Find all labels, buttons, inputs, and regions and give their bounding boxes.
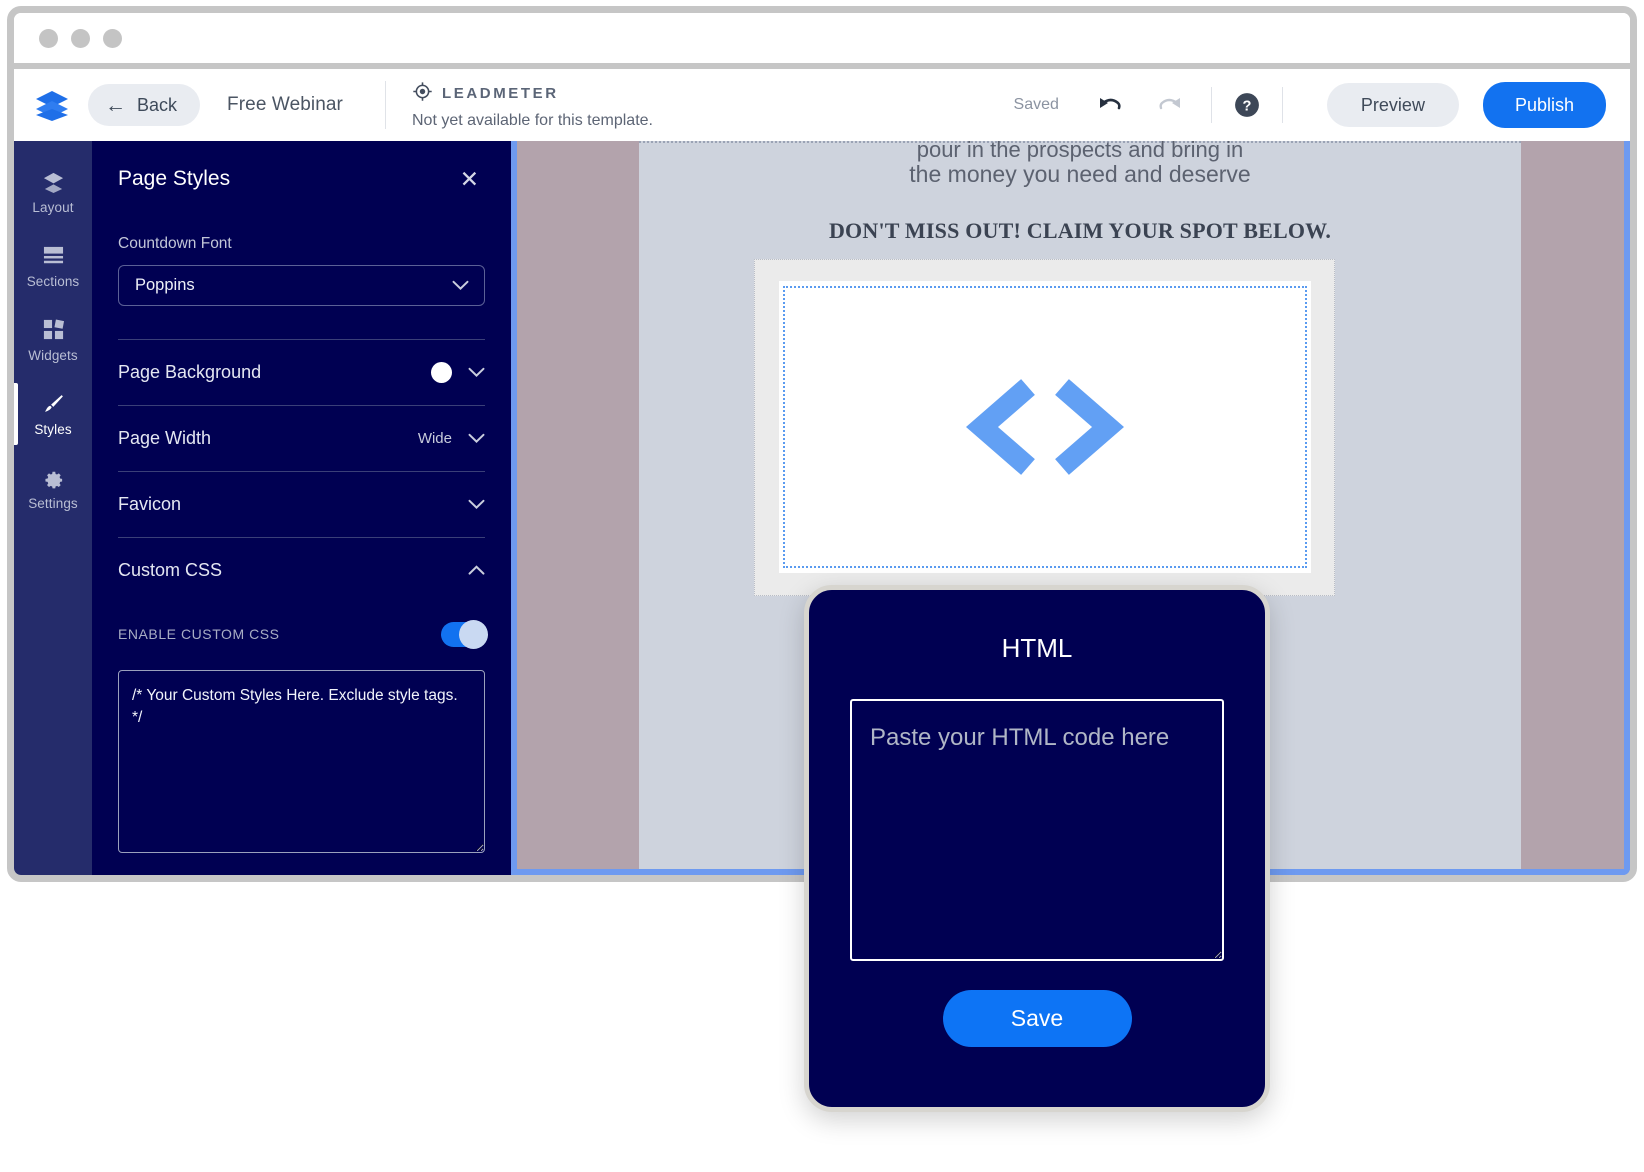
paintbrush-icon (41, 391, 65, 415)
leadmeter-note: Not yet available for this template. (411, 111, 653, 129)
chevron-up-icon (468, 563, 485, 579)
save-button[interactable]: Save (942, 990, 1132, 1047)
back-button[interactable]: ← Back (88, 84, 201, 126)
sidebar-item-label: Sections (26, 274, 80, 289)
row-label: Page Background (118, 362, 262, 382)
sidebar-item-widgets[interactable]: Widgets (14, 303, 92, 377)
redo-arrow-icon[interactable] (1151, 86, 1189, 124)
question-mark-circle-icon[interactable]: ? (1234, 92, 1260, 118)
panel-header: Page Styles ✕ (92, 141, 511, 191)
row-label: Page Width (118, 428, 212, 448)
browser-titlebar (14, 13, 1630, 69)
row-label: Custom CSS (118, 560, 223, 580)
left-nav-rail: Layout Sections Widgets Styles Settings (14, 141, 92, 875)
window-maximize-dot[interactable] (103, 28, 122, 48)
rows-icon (41, 243, 65, 267)
publish-button[interactable]: Publish (1482, 82, 1606, 128)
widget-section[interactable] (754, 259, 1335, 596)
target-crosshair-icon (412, 81, 433, 107)
html-editor-modal: HTML Save (804, 585, 1270, 1112)
enable-custom-css-toggle[interactable] (441, 619, 488, 649)
undo-arrow-icon[interactable] (1091, 86, 1129, 124)
cta-heading: DON'T MISS OUT! CLAIM YOUR SPOT BELOW. (828, 218, 1332, 243)
toolbar-actions: Saved ? Preview Publish (1014, 82, 1606, 128)
page-title: Page Styles (118, 167, 231, 190)
sidebar-item-label: Styles (34, 422, 72, 437)
chevron-down-icon (468, 365, 485, 381)
window-close-dot[interactable] (39, 28, 58, 48)
enable-custom-css-label: ENABLE CUSTOM CSS (118, 626, 280, 642)
toolbar-divider-2 (1210, 87, 1212, 123)
grid-icon (41, 317, 65, 341)
page-styles-panel: Page Styles ✕ Countdown Font Poppins Pag… (92, 141, 511, 875)
enable-custom-css-row: ENABLE CUSTOM CSS (118, 617, 488, 651)
page-width-value: Wide (417, 430, 452, 447)
page-background-swatch[interactable] (431, 362, 452, 383)
countdown-font-label: Countdown Font (118, 235, 232, 252)
sidebar-item-sections[interactable]: Sections (14, 229, 92, 303)
html-widget-card[interactable] (779, 281, 1311, 573)
arrow-left-icon: ← (105, 93, 126, 117)
svg-text:?: ? (1242, 99, 1251, 115)
html-code-textarea[interactable] (850, 699, 1224, 961)
page-width-row[interactable]: Page Width Wide (118, 405, 485, 471)
preview-button[interactable]: Preview (1326, 83, 1459, 127)
countdown-font-select[interactable]: Poppins (118, 265, 485, 306)
row-label: Favicon (118, 494, 182, 514)
window-minimize-dot[interactable] (71, 28, 90, 48)
sidebar-item-label: Settings (28, 496, 78, 511)
saved-status-label: Saved (1013, 96, 1059, 113)
leadmeter-name: LEADMETER (441, 85, 559, 102)
custom-css-row[interactable]: Custom CSS (118, 537, 485, 603)
chevron-down-icon (468, 431, 485, 447)
chevron-down-icon (468, 497, 485, 513)
widget-selection-outline[interactable] (783, 286, 1307, 568)
page-background-row[interactable]: Page Background (118, 339, 485, 405)
modal-title: HTML (1001, 633, 1073, 663)
sidebar-item-label: Layout (32, 200, 74, 215)
chevron-down-icon (452, 278, 469, 294)
countdown-font-value: Poppins (135, 276, 195, 294)
sidebar-item-settings[interactable]: Settings (14, 451, 92, 525)
layers-logo-icon[interactable] (30, 83, 74, 127)
custom-css-textarea[interactable] (118, 670, 485, 853)
toolbar-divider (384, 81, 386, 129)
sidebar-item-layout[interactable]: Layout (14, 155, 92, 229)
project-title: Free Webinar (227, 94, 343, 115)
sidebar-item-styles[interactable]: Styles (14, 377, 92, 451)
sidebar-item-label: Widgets (28, 348, 78, 363)
back-button-label: Back (137, 94, 178, 115)
subheadline: the money you need and deserve (909, 161, 1251, 187)
layers-icon (41, 169, 65, 193)
gear-icon (41, 465, 65, 489)
leadmeter-block: LEADMETER Not yet available for this tem… (412, 81, 653, 130)
close-x-icon[interactable]: ✕ (460, 167, 479, 191)
clipped-headline-line: pour in the prospects and bring in (916, 141, 1244, 162)
code-brackets-icon (960, 377, 1130, 477)
favicon-row[interactable]: Favicon (118, 471, 485, 537)
toolbar-divider-3 (1281, 87, 1283, 123)
style-rows: Page Background Page Width Wide Favicon … (118, 339, 488, 858)
app-toolbar: ← Back Free Webinar LEADMETER Not yet av… (14, 69, 1630, 141)
